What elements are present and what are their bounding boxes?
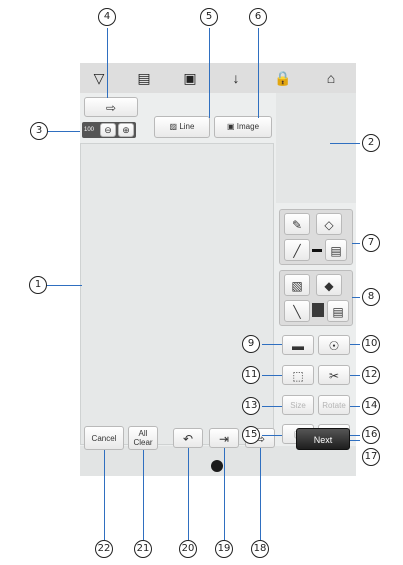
callout-4: 4	[98, 8, 116, 26]
stamp-button[interactable]: ☉	[318, 335, 350, 355]
callout-22: 22	[95, 540, 113, 558]
zoom-level: 100	[84, 127, 95, 133]
callout-line-7	[352, 243, 360, 244]
callout-16: 16	[362, 426, 380, 444]
callout-line-2	[330, 143, 360, 144]
load-button[interactable]: ⇥	[209, 428, 239, 448]
line-icon: ▨	[169, 122, 178, 131]
callout-line-1	[46, 285, 82, 286]
size-button[interactable]: Size	[282, 395, 314, 415]
zoom-out-button[interactable]: ⊖	[100, 123, 116, 137]
callout-line-9	[262, 344, 282, 345]
callout-11: 11	[242, 366, 260, 384]
lock-icon[interactable]: 🔒	[272, 67, 294, 89]
cancel-button[interactable]: Cancel	[84, 426, 124, 450]
home-icon[interactable]: ⌂	[320, 67, 342, 89]
undo-button[interactable]: ↶	[173, 428, 203, 448]
callout-13: 13	[242, 397, 260, 415]
callout-18: 18	[251, 540, 269, 558]
callout-line-11	[262, 375, 282, 376]
needle-icon[interactable]: ↓	[225, 67, 247, 89]
rotate-button[interactable]: Rotate	[318, 395, 350, 415]
callout-line-17	[350, 440, 360, 441]
callout-line-21	[143, 450, 144, 540]
zoom-in-button[interactable]: ⊕	[118, 123, 134, 137]
eraser-button[interactable]: ▬	[282, 335, 314, 355]
top-bar	[80, 63, 356, 93]
callout-19: 19	[215, 540, 233, 558]
callout-1: 1	[29, 276, 47, 294]
callout-line-8	[352, 297, 360, 298]
next-button[interactable]: Next	[296, 428, 350, 450]
callout-line-4	[107, 28, 108, 98]
callout-line-6	[258, 28, 259, 118]
line-palette-button[interactable]: ▤	[325, 239, 347, 261]
callout-14: 14	[362, 397, 380, 415]
callout-line-10	[350, 344, 360, 345]
help-icon[interactable]: ▣	[179, 67, 201, 89]
image-button[interactable]: ▣ Image	[214, 116, 272, 138]
pen-tool-button[interactable]: ✎	[284, 213, 310, 235]
line-eyedropper-button[interactable]: ╱	[284, 239, 310, 261]
callout-line-5	[209, 28, 210, 118]
callout-15: 15	[242, 426, 260, 444]
image-icon: ▣	[226, 122, 235, 131]
brush-tool-button[interactable]: ▧	[284, 274, 310, 296]
callout-5: 5	[200, 8, 218, 26]
clock-icon	[211, 460, 223, 472]
callout-line-13	[262, 406, 282, 407]
callout-9: 9	[242, 335, 260, 353]
region-color-swatch	[312, 303, 324, 317]
all-clear-button[interactable]: All Clear	[128, 426, 158, 450]
line-color-swatch	[312, 249, 322, 252]
callout-2: 2	[362, 134, 380, 152]
callout-10: 10	[362, 335, 380, 353]
page-icon[interactable]: ▤	[133, 67, 155, 89]
region-eyedropper-button[interactable]: ╲	[284, 300, 310, 322]
callout-20: 20	[179, 540, 197, 558]
line-fill-tool-button[interactable]: ◇	[316, 213, 342, 235]
select-button[interactable]: ⬚	[282, 365, 314, 385]
callout-line-3	[48, 131, 80, 132]
callout-line-18	[260, 448, 261, 540]
callout-12: 12	[362, 366, 380, 384]
cut-button[interactable]: ✂	[318, 365, 350, 385]
callout-line-14	[350, 406, 360, 407]
callout-line-16	[350, 435, 360, 436]
callout-3: 3	[30, 122, 48, 140]
callout-8: 8	[362, 288, 380, 306]
line-button[interactable]: ▨ Line	[154, 116, 210, 138]
callout-line-15	[262, 435, 282, 436]
callout-line-12	[350, 375, 360, 376]
callout-line-22	[104, 450, 105, 540]
callout-line-19	[224, 448, 225, 540]
callout-21: 21	[134, 540, 152, 558]
callout-7: 7	[362, 234, 380, 252]
region-palette-button[interactable]: ▤	[327, 300, 349, 322]
callout-17: 17	[362, 448, 380, 466]
callout-line-20	[188, 448, 189, 540]
preview-area	[276, 93, 356, 203]
region-fill-tool-button[interactable]: ◆	[316, 274, 342, 296]
back-to-image-button[interactable]: ⇨	[84, 97, 138, 117]
callout-6: 6	[249, 8, 267, 26]
